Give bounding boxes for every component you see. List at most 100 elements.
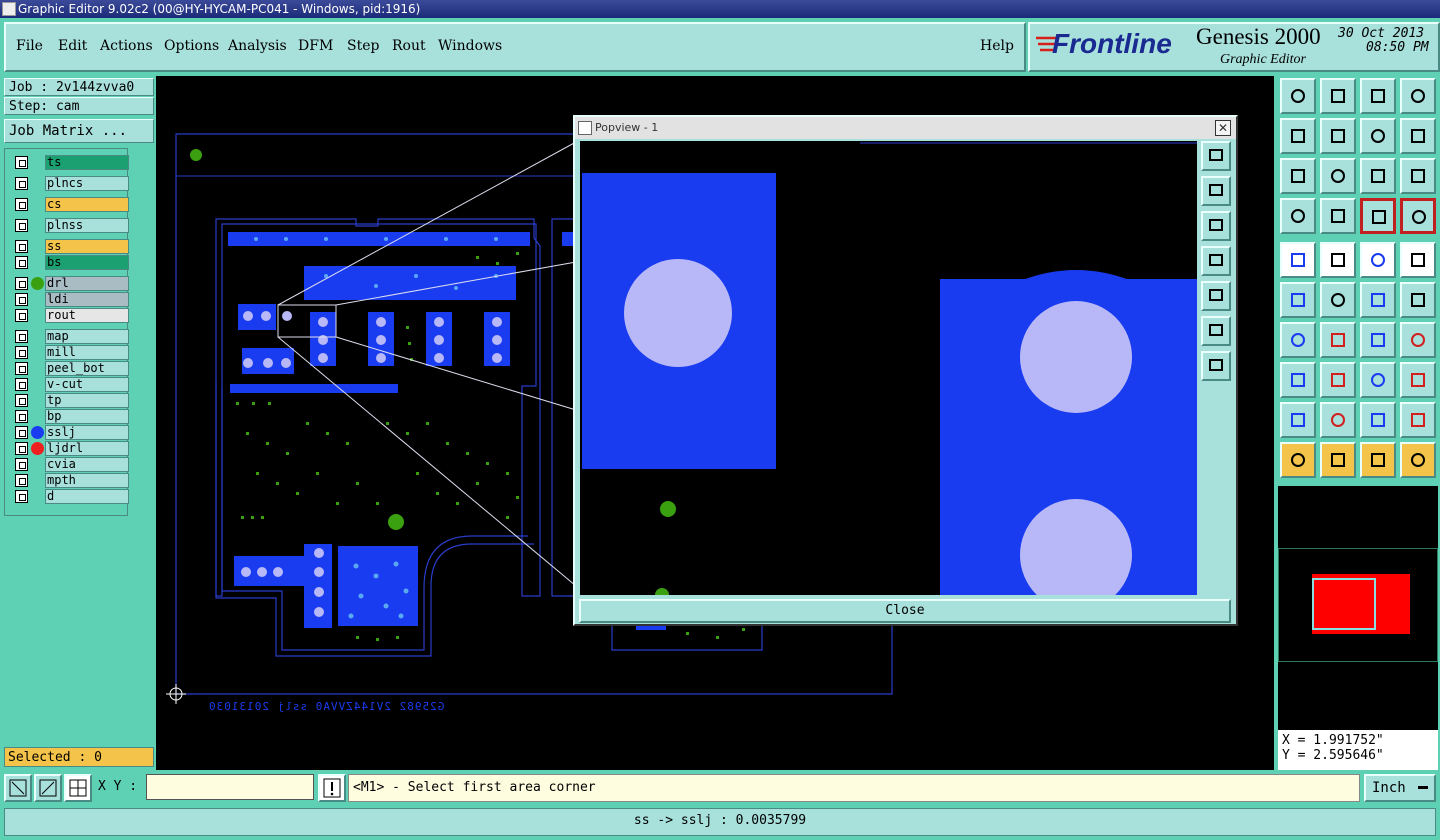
menu-analysis[interactable]: Analysis xyxy=(228,38,287,54)
select-features-icon[interactable] xyxy=(1280,78,1316,114)
ruler-icon[interactable] xyxy=(1360,242,1396,278)
layer-row[interactable]: cs xyxy=(13,197,129,212)
layer-checkbox[interactable] xyxy=(15,490,28,503)
layer-checkbox[interactable] xyxy=(15,394,28,407)
rotate-icon[interactable] xyxy=(1360,118,1396,154)
layer-row[interactable]: v-cut xyxy=(13,377,129,392)
menu-windows[interactable]: Windows xyxy=(438,38,502,54)
node-line-icon[interactable] xyxy=(1360,282,1396,318)
pointer-box-icon[interactable] xyxy=(1320,442,1356,478)
layer-checkbox[interactable] xyxy=(15,156,28,169)
layer-row[interactable]: bs xyxy=(13,255,129,270)
layout-icon[interactable] xyxy=(1400,78,1436,114)
popview-close-icon[interactable]: ✕ xyxy=(1215,120,1231,136)
menu-help[interactable]: Help xyxy=(980,38,1014,54)
popview-pan-left-button[interactable] xyxy=(1201,246,1231,276)
job-matrix-button[interactable]: Job Matrix ... xyxy=(4,119,154,143)
feature-filter-icon[interactable] xyxy=(1360,198,1396,234)
layer-row[interactable]: cvia xyxy=(13,457,129,472)
layer-row[interactable]: ldi xyxy=(13,292,129,307)
layer-row[interactable]: ljdrl xyxy=(13,441,129,456)
pad-snap-icon[interactable] xyxy=(1280,362,1316,398)
measure-mode-button[interactable] xyxy=(34,774,62,802)
menu-file[interactable]: File xyxy=(16,38,43,54)
layer-checkbox[interactable] xyxy=(15,330,28,343)
layer-row[interactable]: drl xyxy=(13,276,129,291)
layer-row[interactable]: ss xyxy=(13,239,129,254)
drop-features-icon[interactable] xyxy=(1320,78,1356,114)
menu-rout[interactable]: Rout xyxy=(392,38,426,54)
layer-checkbox[interactable] xyxy=(15,309,28,322)
popview-pan-down-button[interactable] xyxy=(1201,211,1231,241)
add-pad-icon[interactable] xyxy=(1280,242,1316,278)
layer-row[interactable]: tp xyxy=(13,393,129,408)
popview-pan-up-button[interactable] xyxy=(1201,176,1231,206)
scale-1-2-icon[interactable] xyxy=(1360,158,1396,194)
connect-icon[interactable] xyxy=(1280,282,1316,318)
layer-row[interactable]: ts xyxy=(13,155,129,170)
node-arrow-icon[interactable] xyxy=(1400,282,1436,318)
layer-checkbox[interactable] xyxy=(15,219,28,232)
layer-checkbox[interactable] xyxy=(15,410,28,423)
move-right-icon[interactable] xyxy=(1320,118,1356,154)
layer-checkbox[interactable] xyxy=(15,362,28,375)
xy-input[interactable] xyxy=(146,774,314,800)
grid-snap-button[interactable] xyxy=(64,774,92,802)
snap-mode-button[interactable] xyxy=(4,774,32,802)
arc-icon[interactable] xyxy=(1360,322,1396,358)
layer-row[interactable]: bp xyxy=(13,409,129,424)
layer-checkbox[interactable] xyxy=(15,177,28,190)
menu-actions[interactable]: Actions xyxy=(100,38,153,54)
layer-checkbox[interactable] xyxy=(15,277,28,290)
a-frame-icon[interactable] xyxy=(1320,402,1356,438)
overview-viewport[interactable] xyxy=(1312,578,1376,630)
layer-row[interactable]: d xyxy=(13,489,129,504)
popview-title-bar[interactable]: Popview - 1 ✕ xyxy=(575,117,1236,139)
add-dot-icon[interactable] xyxy=(1400,242,1436,278)
layer-checkbox[interactable] xyxy=(15,474,28,487)
popview-canvas[interactable] xyxy=(580,141,1197,595)
add-line-icon[interactable] xyxy=(1320,242,1356,278)
layer-row[interactable]: sslj xyxy=(13,425,129,440)
menu-edit[interactable]: Edit xyxy=(58,38,87,54)
angle-icon[interactable] xyxy=(1280,322,1316,358)
layer-row[interactable]: plnss xyxy=(13,218,129,233)
mirror-icon[interactable] xyxy=(1400,118,1436,154)
layer-checkbox[interactable] xyxy=(15,240,28,253)
layer-row[interactable]: map xyxy=(13,329,129,344)
move-left-icon[interactable] xyxy=(1280,118,1316,154)
layer-row[interactable]: mill xyxy=(13,345,129,360)
layer-row[interactable]: mpth xyxy=(13,473,129,488)
units-select[interactable]: Inch xyxy=(1364,774,1436,802)
layer-row[interactable]: peel_bot xyxy=(13,361,129,376)
overview-map[interactable] xyxy=(1278,486,1438,730)
layer-checkbox[interactable] xyxy=(15,442,28,455)
grid-icon[interactable] xyxy=(1320,198,1356,234)
layer-checkbox[interactable] xyxy=(15,458,28,471)
route-icon[interactable] xyxy=(1400,442,1436,478)
popview-window[interactable]: Popview - 1 ✕ Close xyxy=(573,115,1238,626)
popview-close-button[interactable]: Close xyxy=(579,599,1231,623)
layer-row[interactable]: rout xyxy=(13,308,129,323)
settings-icon[interactable] xyxy=(1280,198,1316,234)
measure-icon[interactable] xyxy=(1360,362,1396,398)
alert-button[interactable] xyxy=(318,774,346,802)
menu-options[interactable]: Options xyxy=(164,38,219,54)
minus-icon[interactable] xyxy=(1320,362,1356,398)
cross-icon[interactable] xyxy=(1320,282,1356,318)
slash-icon[interactable] xyxy=(1320,322,1356,358)
a-frame-bar-icon[interactable] xyxy=(1360,402,1396,438)
home-icon[interactable] xyxy=(1360,78,1396,114)
layer-checkbox[interactable] xyxy=(15,378,28,391)
popview-zoom-fit-button[interactable] xyxy=(1201,141,1231,171)
triangle-icon[interactable] xyxy=(1280,402,1316,438)
layer-checkbox[interactable] xyxy=(15,346,28,359)
cluster-icon[interactable] xyxy=(1400,362,1436,398)
layer-row[interactable]: plncs xyxy=(13,176,129,191)
popview-zoom-out-button[interactable] xyxy=(1201,351,1231,381)
layer-checkbox[interactable] xyxy=(15,293,28,306)
split-icon[interactable] xyxy=(1400,322,1436,358)
help-query-icon[interactable] xyxy=(1400,158,1436,194)
popview-zoom-in-button[interactable] xyxy=(1201,316,1231,346)
menu-dfm[interactable]: DFM xyxy=(298,38,333,54)
